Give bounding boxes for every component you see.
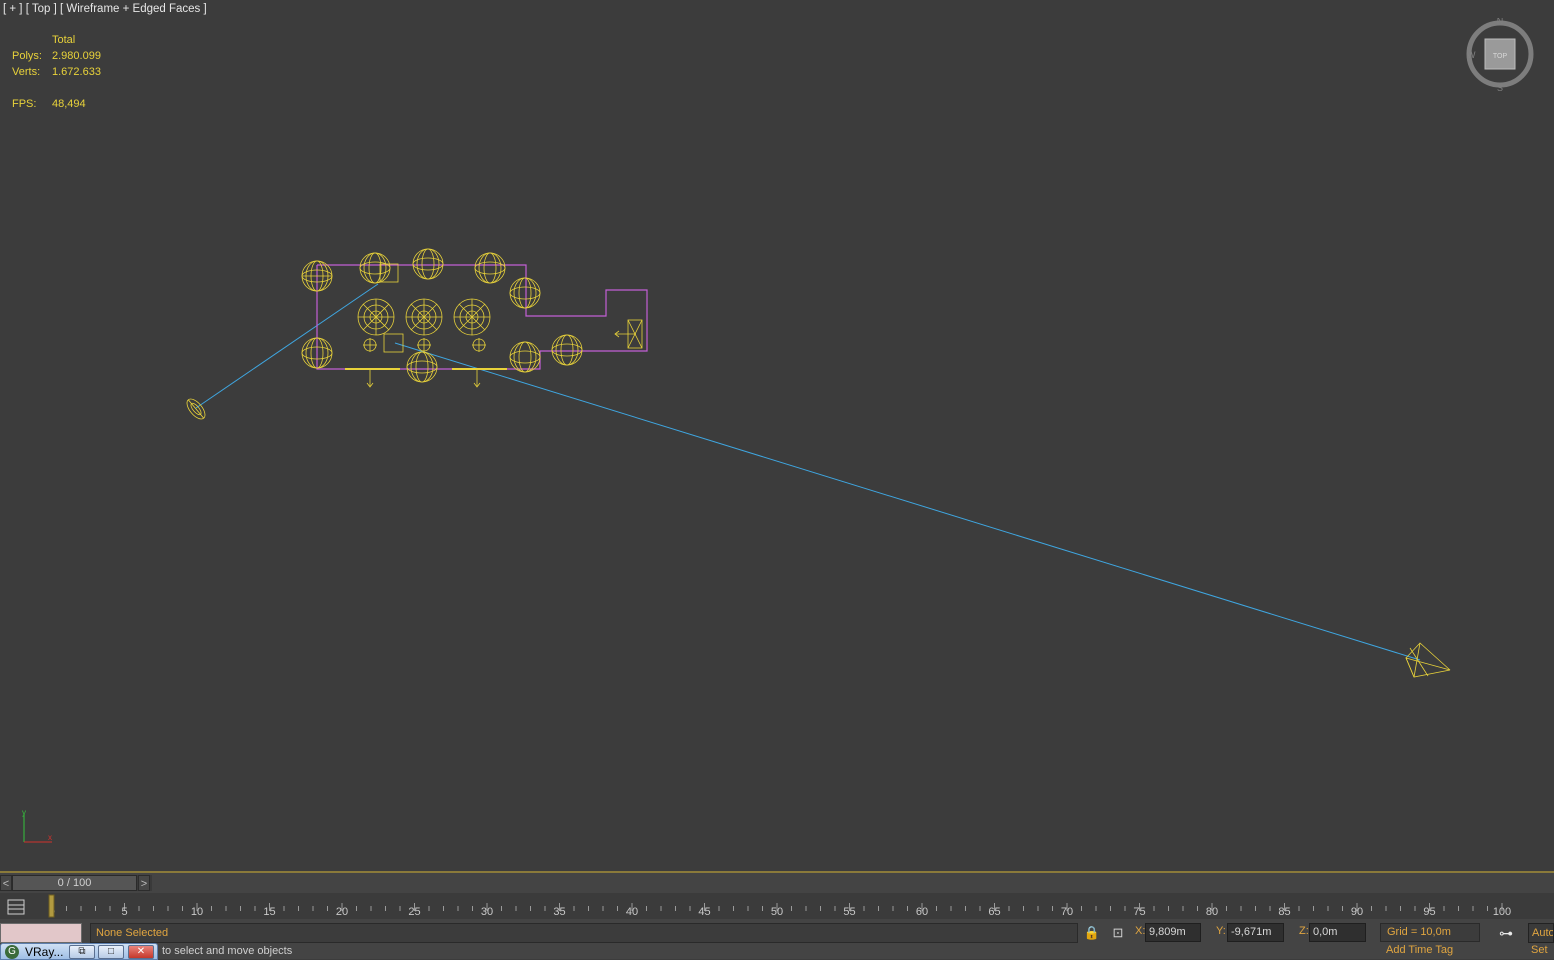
time-slider[interactable]: < 0 / 100 > — [0, 875, 152, 891]
frame-label: 50 — [771, 906, 783, 918]
camera-object-left — [186, 398, 206, 420]
grid-size-readout: Grid = 10,0m — [1380, 923, 1480, 942]
chair-object — [406, 351, 438, 383]
door-arrow — [473, 369, 481, 388]
current-frame-marker — [48, 894, 55, 918]
lamp-object — [357, 298, 395, 336]
frame-label: 75 — [1133, 906, 1145, 918]
chair-object — [509, 341, 541, 373]
frame-label: 15 — [263, 906, 275, 918]
maxscript-listener[interactable] — [0, 923, 82, 943]
status-bar: None Selected 🔒 ⊡ X: 9,809m Y: -9,671m Z… — [0, 921, 1554, 943]
frame-label: 30 — [481, 906, 493, 918]
y-coord-field[interactable]: -9,671m — [1227, 923, 1284, 942]
auto-key-button[interactable]: Auto — [1528, 923, 1554, 943]
omni-light — [363, 338, 377, 352]
camera-target-line — [195, 283, 379, 409]
selection-lock-icon[interactable]: 🔒 — [1083, 924, 1101, 942]
axis-x-label: x — [48, 833, 52, 842]
frame-label: 45 — [698, 906, 710, 918]
chair-object — [359, 252, 391, 284]
time-slider-next-button[interactable]: > — [138, 875, 150, 891]
chair-objects — [186, 248, 1451, 678]
frame-label: 40 — [626, 906, 638, 918]
frame-label: 85 — [1278, 906, 1290, 918]
absolute-mode-icon[interactable]: ⊡ — [1109, 924, 1127, 942]
x-coord-label: X: — [1135, 925, 1146, 937]
viewcube-face-label: TOP — [1493, 53, 1508, 60]
omni-light — [472, 338, 486, 352]
minimized-window-bar[interactable]: G VRay... ⧉ □ ✕ — [0, 943, 158, 960]
frame-label: 60 — [916, 906, 928, 918]
time-slider-prev-button[interactable]: < — [0, 875, 12, 891]
key-icon[interactable]: ⊶ — [1492, 925, 1520, 943]
frame-label: 35 — [553, 906, 565, 918]
frame-label: 90 — [1351, 906, 1363, 918]
z-coord-label: Z: — [1299, 925, 1309, 937]
compass-s-label: S — [1497, 83, 1503, 92]
selection-status: None Selected — [90, 923, 1078, 943]
frame-label: 10 — [191, 906, 203, 918]
x-coord-field[interactable]: 9,809m — [1145, 923, 1201, 942]
frame-label: 65 — [988, 906, 1000, 918]
mini-curve-editor-icon[interactable] — [4, 897, 32, 917]
frame-label: 25 — [408, 906, 420, 918]
window-light-object — [614, 319, 643, 349]
frame-label: 5 — [121, 906, 127, 918]
scene-wireframe — [186, 248, 1451, 678]
z-coord-field[interactable]: 0,0m — [1309, 923, 1366, 942]
frame-ruler[interactable]: 0510152025303540455055606570758085909510… — [46, 893, 1516, 919]
axis-y-label: y — [22, 808, 26, 817]
lamp-object — [453, 298, 491, 336]
time-slider-thumb[interactable]: 0 / 100 — [12, 875, 137, 891]
lamp-object — [405, 298, 443, 336]
frame-label: 70 — [1061, 906, 1073, 918]
frame-label: 80 — [1206, 906, 1218, 918]
camera-target-box-2 — [383, 333, 404, 353]
bottom-panel: < 0 / 100 > 0510152025303540455055606570… — [0, 871, 1554, 960]
axis-tripod: y x — [22, 808, 52, 843]
frame-label: 95 — [1423, 906, 1435, 918]
camera-object-right — [1405, 642, 1451, 678]
door-arrow — [366, 369, 374, 388]
chair-object — [474, 252, 506, 284]
frame-label: 20 — [336, 906, 348, 918]
camera-target-line-2 — [394, 342, 1421, 661]
chair-object — [509, 277, 541, 309]
prompt-text: to select and move objects — [162, 945, 293, 957]
compass-w-label: W — [1467, 50, 1476, 60]
compass-n-label: N — [1497, 18, 1504, 26]
y-coord-label: Y: — [1216, 925, 1226, 937]
top-viewport[interactable]: [ + ] [ Top ] [ Wireframe + Edged Faces … — [0, 0, 1554, 871]
frame-label: 55 — [843, 906, 855, 918]
viewcube[interactable]: TOP N S W — [1466, 18, 1536, 92]
track-bar[interactable]: 0510152025303540455055606570758085909510… — [0, 893, 1554, 919]
chair-object — [412, 248, 444, 280]
omni-light — [417, 338, 431, 352]
chair-object — [551, 334, 583, 366]
frame-label: 100 — [1493, 906, 1511, 918]
